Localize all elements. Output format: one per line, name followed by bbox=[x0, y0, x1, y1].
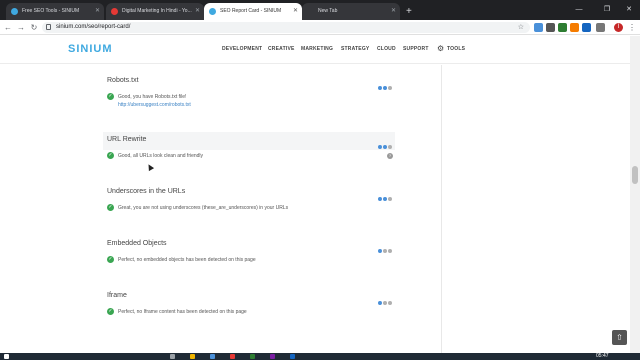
section-options-icon[interactable] bbox=[377, 77, 392, 95]
section-message: Perfect, no Iframe content has been dete… bbox=[118, 309, 247, 315]
nav-tools[interactable]: TOOLS bbox=[447, 46, 465, 52]
robots-txt-link[interactable]: http://ubersuggest.com/robots.txt bbox=[118, 102, 191, 108]
nav-support[interactable]: SUPPORT bbox=[403, 46, 429, 52]
nav-creative[interactable]: CREATIVE bbox=[268, 46, 295, 52]
address-bar[interactable]: sinium.com/seo/report-card/ ☆ bbox=[42, 22, 530, 33]
window-close-icon[interactable]: ✕ bbox=[618, 0, 640, 20]
section-header: Embedded Objects bbox=[103, 236, 395, 254]
close-tab-icon[interactable]: ✕ bbox=[391, 3, 396, 20]
nav-development[interactable]: DEVELOPMENT bbox=[222, 46, 262, 52]
youtube-favicon-icon bbox=[111, 8, 118, 15]
section-options-icon[interactable] bbox=[377, 188, 392, 206]
section-title: URL Rewrite bbox=[107, 136, 147, 143]
nav-marketing[interactable]: MARKETING bbox=[301, 46, 333, 52]
taskbar-clock[interactable]: 05:47 bbox=[596, 353, 609, 360]
tab-title: Free SEO Tools - SINIUM bbox=[22, 8, 80, 14]
report-content: Robots.txt ✓ Good, you have Robots.txt f… bbox=[0, 65, 630, 353]
tab-title: New Tab bbox=[318, 8, 338, 14]
browser-toolbar: ← → ↻ sinium.com/seo/report-card/ ☆ I ⋮ bbox=[0, 20, 640, 35]
scroll-to-top-icon[interactable]: ⇧ bbox=[612, 330, 627, 345]
nav-strategy[interactable]: STRATEGY bbox=[341, 46, 369, 52]
extension-icon[interactable] bbox=[546, 23, 555, 32]
reload-icon[interactable]: ↻ bbox=[28, 20, 40, 35]
gear-icon: ⚙ bbox=[437, 44, 445, 53]
sinium-favicon-icon bbox=[11, 8, 18, 15]
tab-free-seo-tools[interactable]: Free SEO Tools - SINIUM ✕ bbox=[6, 3, 104, 20]
new-tab-plus-icon[interactable]: + bbox=[406, 3, 412, 20]
tab-digital-marketing[interactable]: Digital Marketing In Hindi - Yo... ✕ bbox=[106, 3, 204, 20]
taskbar-app-icon[interactable] bbox=[250, 354, 255, 359]
minimize-icon[interactable]: — bbox=[568, 0, 590, 20]
site-header: SINIUM DEVELOPMENT CREATIVE MARKETING ST… bbox=[0, 36, 630, 64]
help-icon[interactable]: ? bbox=[387, 153, 393, 159]
section-header: URL Rewrite bbox=[103, 132, 395, 150]
check-icon: ✓ bbox=[107, 308, 114, 315]
maximize-icon[interactable]: ❐ bbox=[596, 0, 618, 20]
url-text: sinium.com/seo/report-card/ bbox=[56, 24, 131, 30]
section-options-icon[interactable] bbox=[377, 240, 392, 258]
close-tab-icon[interactable]: ✕ bbox=[95, 3, 100, 20]
tab-title: Digital Marketing In Hindi - Yo... bbox=[122, 8, 192, 14]
section-header: Underscores in the URLs bbox=[103, 184, 395, 202]
section-options-icon[interactable] bbox=[377, 136, 392, 154]
taskbar-app-icon[interactable] bbox=[270, 354, 275, 359]
tab-new-tab[interactable]: New Tab ✕ bbox=[302, 3, 400, 20]
nav-cloud[interactable]: CLOUD bbox=[377, 46, 396, 52]
sidebar-divider bbox=[441, 65, 442, 353]
extension-icon[interactable] bbox=[582, 23, 591, 32]
check-icon: ✓ bbox=[107, 256, 114, 263]
section-message: Good, you have Robots.txt file! bbox=[118, 94, 187, 100]
sinium-favicon-icon bbox=[209, 8, 216, 15]
section-message: Great, you are not using underscores (th… bbox=[118, 205, 289, 211]
taskbar-app-icon[interactable] bbox=[210, 354, 215, 359]
mouse-cursor-icon bbox=[145, 162, 155, 172]
browser-menu-icon[interactable]: ⋮ bbox=[628, 20, 636, 35]
section-message: Good, all URLs look clean and friendly bbox=[118, 153, 204, 159]
section-message: Perfect, no embedded objects has been de… bbox=[118, 257, 256, 263]
file-explorer-icon[interactable] bbox=[190, 354, 195, 359]
tab-title: SEO Report Card - SINIUM bbox=[220, 8, 282, 14]
section-header: Iframe bbox=[103, 288, 395, 306]
start-menu-icon[interactable] bbox=[4, 354, 9, 359]
extension-seoquake-icon[interactable] bbox=[534, 23, 543, 32]
lock-icon bbox=[46, 24, 51, 30]
section-options-icon[interactable] bbox=[377, 292, 392, 310]
back-arrow-icon[interactable]: ← bbox=[2, 20, 14, 35]
profile-avatar[interactable]: I bbox=[614, 23, 623, 32]
close-tab-icon[interactable]: ✕ bbox=[195, 3, 200, 20]
bookmark-star-icon[interactable]: ☆ bbox=[518, 22, 524, 33]
tab-seo-report-card[interactable]: SEO Report Card - SINIUM ✕ bbox=[204, 3, 302, 20]
taskbar-app-icon[interactable] bbox=[290, 354, 295, 359]
check-icon: ✓ bbox=[107, 93, 114, 100]
extensions-puzzle-icon[interactable] bbox=[596, 23, 605, 32]
sinium-logo[interactable]: SINIUM bbox=[68, 43, 113, 55]
os-taskbar: 05:47 bbox=[0, 353, 640, 360]
taskbar-app-icon[interactable] bbox=[170, 354, 175, 359]
section-title: Embedded Objects bbox=[107, 240, 167, 247]
browser-tab-strip: Free SEO Tools - SINIUM ✕ Digital Market… bbox=[0, 0, 640, 20]
scrollbar-thumb[interactable] bbox=[632, 166, 638, 184]
section-title: Underscores in the URLs bbox=[107, 188, 186, 195]
section-header: Robots.txt bbox=[103, 73, 395, 91]
section-title: Robots.txt bbox=[107, 77, 139, 84]
close-tab-icon[interactable]: ✕ bbox=[293, 3, 298, 20]
check-icon: ✓ bbox=[107, 204, 114, 211]
extension-icon[interactable] bbox=[570, 23, 579, 32]
extension-icon[interactable] bbox=[558, 23, 567, 32]
section-title: Iframe bbox=[107, 292, 127, 299]
chrome-icon[interactable] bbox=[230, 354, 235, 359]
check-icon: ✓ bbox=[107, 152, 114, 159]
page-scrollbar[interactable] bbox=[630, 36, 640, 353]
forward-arrow-icon[interactable]: → bbox=[15, 20, 27, 35]
